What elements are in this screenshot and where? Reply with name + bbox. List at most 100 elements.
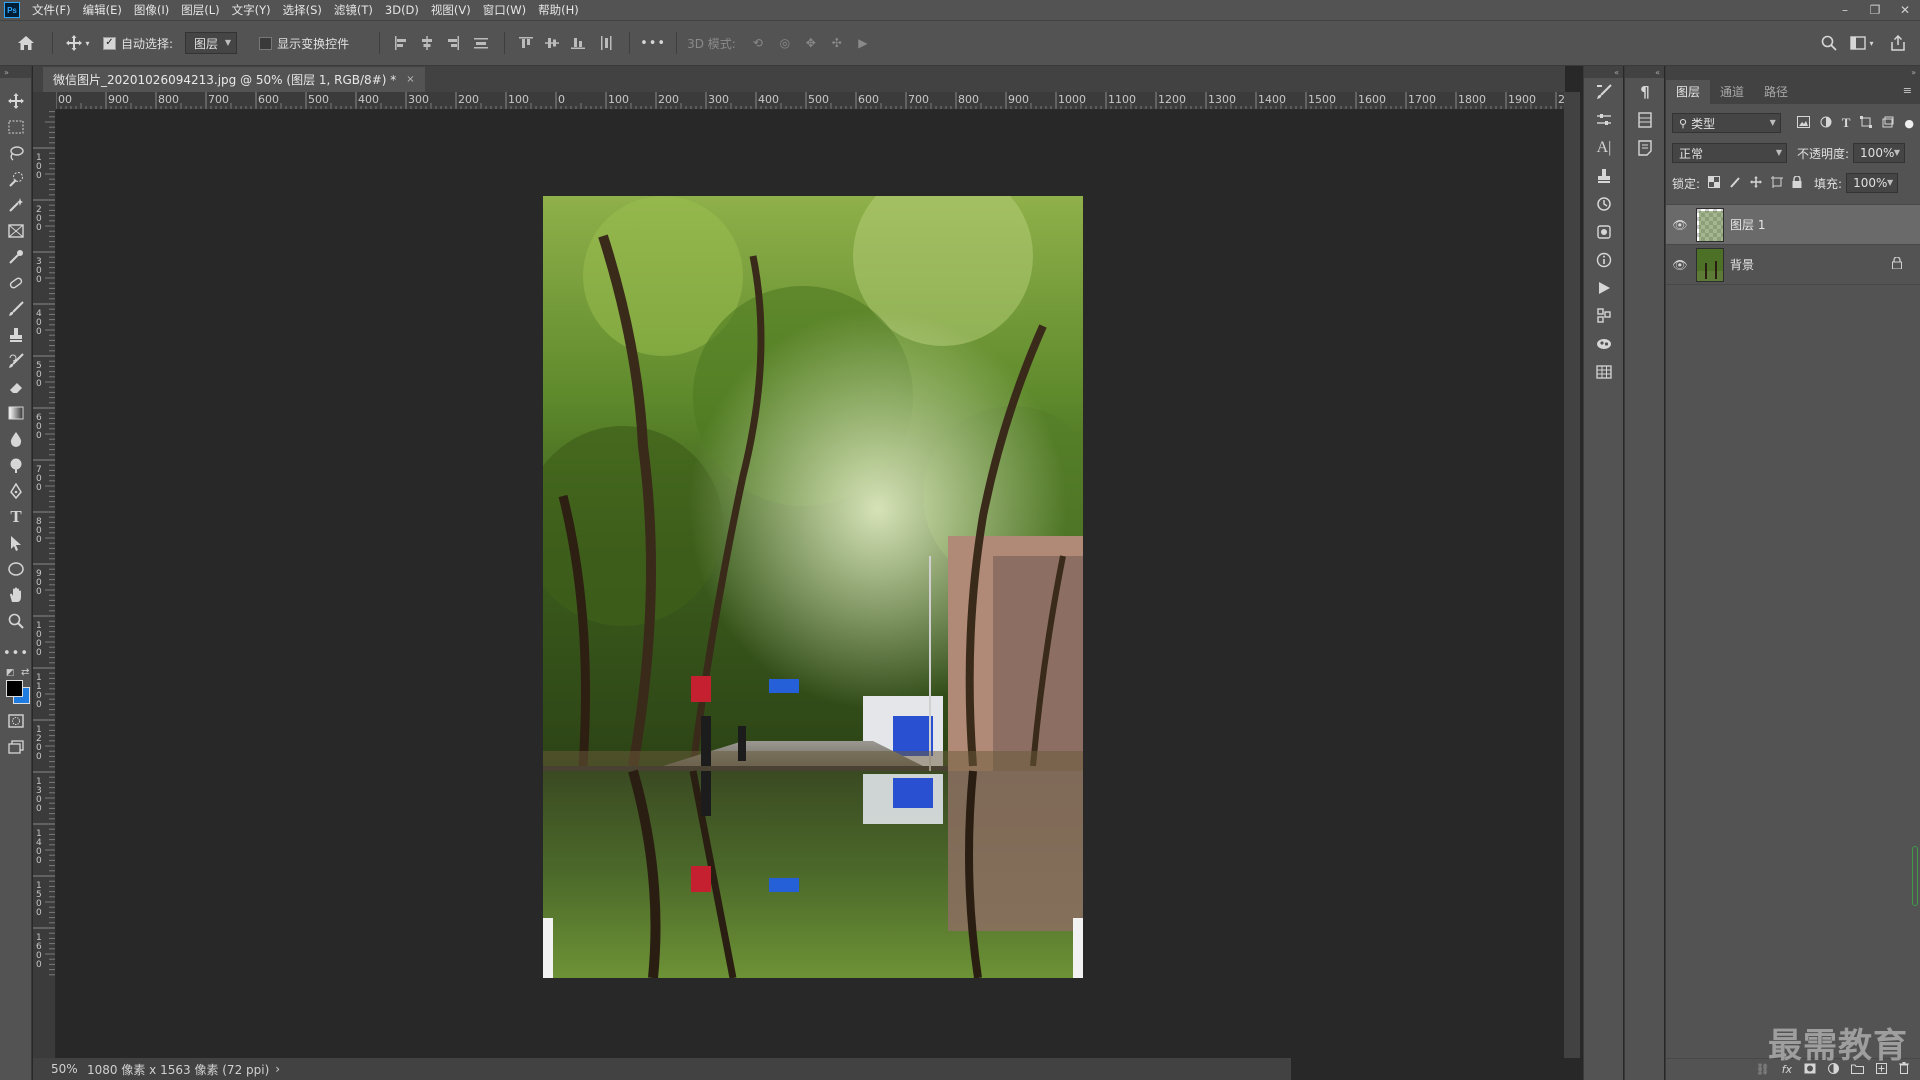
- history-brush-tool-icon[interactable]: [0, 348, 32, 374]
- lock-artboard-icon[interactable]: [1771, 175, 1784, 191]
- 3d-roll-icon[interactable]: ◎: [772, 31, 798, 55]
- close-icon[interactable]: ✕: [1890, 0, 1920, 20]
- frame-tool-icon[interactable]: [0, 218, 32, 244]
- tab-channels[interactable]: 通道: [1710, 80, 1754, 104]
- menu-file[interactable]: 文件(F): [26, 0, 77, 20]
- align-horizontal-center-icon[interactable]: [414, 31, 440, 55]
- filter-shape-icon[interactable]: [1860, 115, 1873, 131]
- move-tool-preset-icon[interactable]: ▾: [61, 31, 95, 55]
- 3d-camera-icon[interactable]: ▶: [850, 31, 876, 55]
- workspace-icon[interactable]: ▾: [1844, 31, 1880, 55]
- move-tool-icon[interactable]: [0, 88, 32, 114]
- actions-play-icon[interactable]: [1584, 274, 1624, 302]
- auto-select-checkbox[interactable]: ✓: [103, 36, 116, 50]
- hand-tool-icon[interactable]: [0, 582, 32, 608]
- eye-icon[interactable]: 👁: [1666, 218, 1694, 232]
- filter-pixel-icon[interactable]: [1796, 115, 1810, 131]
- menu-3d[interactable]: 3D(D): [379, 0, 425, 20]
- 3d-orbit-icon[interactable]: ⟲: [744, 31, 772, 55]
- blend-mode-dropdown[interactable]: 正常 ▼: [1672, 143, 1787, 163]
- lock-position-icon[interactable]: [1750, 175, 1763, 191]
- status-menu-arrow-icon[interactable]: ›: [275, 1062, 280, 1076]
- swatches-grid-icon[interactable]: [1584, 358, 1624, 386]
- search-icon[interactable]: [1814, 31, 1844, 55]
- paragraph-panel-icon[interactable]: ¶: [1625, 78, 1665, 106]
- eyedropper-tool-icon[interactable]: [0, 244, 32, 270]
- history-icon[interactable]: [1584, 190, 1624, 218]
- clone-stamp-tool-icon[interactable]: [0, 322, 32, 348]
- 3d-pan-icon[interactable]: ✥: [798, 31, 824, 55]
- filter-adjustment-icon[interactable]: [1820, 116, 1832, 131]
- canvas-vertical-scrollbar[interactable]: [1564, 92, 1580, 1058]
- home-icon[interactable]: [8, 31, 44, 55]
- layer-row-background[interactable]: 👁 背景: [1666, 245, 1920, 285]
- quick-mask-icon[interactable]: [0, 708, 32, 734]
- info-icon[interactable]: [1584, 246, 1624, 274]
- opacity-input[interactable]: 100% ▼: [1853, 143, 1906, 163]
- edit-toolbar-icon[interactable]: •••: [0, 640, 32, 666]
- filter-type-icon[interactable]: T: [1842, 115, 1851, 131]
- auto-select-target-dropdown[interactable]: 图层 ▼: [185, 32, 238, 54]
- align-bottom-icon[interactable]: [565, 31, 591, 55]
- tab-layers[interactable]: 图层: [1666, 80, 1711, 104]
- libraries-icon[interactable]: [1625, 106, 1665, 134]
- show-transform-control[interactable]: 显示变换控件: [259, 35, 349, 52]
- foreground-color-swatch[interactable]: [6, 680, 23, 697]
- learn-icon[interactable]: [1584, 218, 1624, 246]
- fill-input[interactable]: 100% ▼: [1846, 173, 1899, 193]
- horizontal-ruler[interactable]: 00 900 800 700 600 500 400 300 200 100 0 100 200 300 4…: [56, 92, 1564, 110]
- screen-mode-icon[interactable]: [0, 734, 32, 760]
- pen-tool-icon[interactable]: [0, 478, 32, 504]
- zoom-tool-icon[interactable]: [0, 608, 32, 634]
- notes-icon[interactable]: [1625, 134, 1665, 162]
- 3d-slide-icon[interactable]: ✣: [824, 31, 850, 55]
- layer-row-layer-1[interactable]: 👁 图层 1: [1666, 205, 1920, 245]
- panel-scroll-indicator[interactable]: [1912, 846, 1918, 906]
- ruler-origin[interactable]: [33, 92, 56, 110]
- menu-layer[interactable]: 图层(L): [175, 0, 225, 20]
- document-image[interactable]: [543, 196, 1083, 978]
- menu-type[interactable]: 文字(Y): [226, 0, 277, 20]
- lock-image-pixels-icon[interactable]: [1729, 176, 1741, 191]
- tab-paths[interactable]: 路径: [1754, 80, 1798, 104]
- align-left-icon[interactable]: [388, 31, 414, 55]
- align-right-icon[interactable]: [440, 31, 466, 55]
- more-options-icon[interactable]: •••: [638, 31, 668, 55]
- dodge-tool-icon[interactable]: [0, 452, 32, 478]
- menu-edit[interactable]: 编辑(E): [77, 0, 128, 20]
- filter-smart-object-icon[interactable]: [1882, 116, 1894, 131]
- menu-filter[interactable]: 滤镜(T): [328, 0, 379, 20]
- zoom-level[interactable]: 50%: [51, 1062, 87, 1076]
- auto-select-control[interactable]: ✓ 自动选择:: [103, 35, 173, 52]
- menu-help[interactable]: 帮助(H): [532, 0, 585, 20]
- align-vertical-center-icon[interactable]: [539, 31, 565, 55]
- eraser-tool-icon[interactable]: [0, 374, 32, 400]
- eye-icon[interactable]: 👁: [1666, 258, 1694, 272]
- clone-source-icon[interactable]: [1584, 162, 1624, 190]
- filter-toggle-icon[interactable]: ●: [1904, 117, 1914, 130]
- collapse-dock-2-icon[interactable]: «: [1625, 66, 1664, 78]
- spot-healing-tool-icon[interactable]: [0, 270, 32, 296]
- marquee-tool-icon[interactable]: [0, 114, 32, 140]
- 3d-panel-icon[interactable]: [1584, 330, 1624, 358]
- brush-settings-icon[interactable]: [1584, 78, 1624, 106]
- brush-tool-icon[interactable]: [0, 296, 32, 322]
- share-icon[interactable]: [1880, 31, 1916, 55]
- swap-colors-icon[interactable]: ⇄: [21, 667, 29, 678]
- path-selection-tool-icon[interactable]: [0, 530, 32, 556]
- menu-select[interactable]: 选择(S): [277, 0, 328, 20]
- menu-view[interactable]: 视图(V): [425, 0, 477, 20]
- layer-name[interactable]: 图层 1: [1730, 216, 1920, 233]
- align-top-icon[interactable]: [513, 31, 539, 55]
- collapse-tools-icon[interactable]: »: [0, 66, 31, 78]
- quick-selection-tool-icon[interactable]: [0, 166, 32, 192]
- adjustments-sliders-icon[interactable]: [1584, 106, 1624, 134]
- lock-all-icon[interactable]: [1792, 174, 1802, 191]
- properties-icon[interactable]: [1584, 302, 1624, 330]
- ellipse-tool-icon[interactable]: [0, 556, 32, 582]
- minimize-icon[interactable]: –: [1830, 0, 1860, 20]
- vertical-ruler[interactable]: 0100200300400500600700800900100011001200…: [33, 110, 56, 1058]
- lock-transparent-icon[interactable]: [1708, 175, 1721, 191]
- restore-icon[interactable]: ❐: [1860, 0, 1890, 20]
- object-selection-tool-icon[interactable]: [0, 192, 32, 218]
